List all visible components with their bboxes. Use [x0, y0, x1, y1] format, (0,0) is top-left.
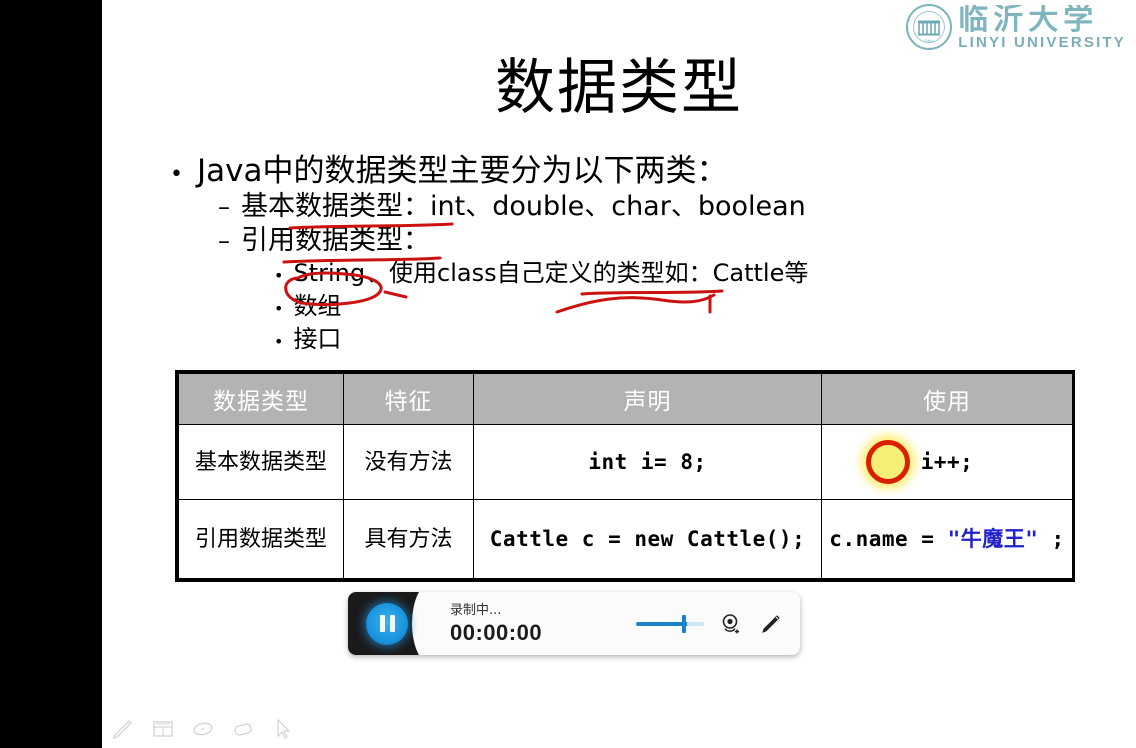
volume-slider[interactable]	[636, 614, 704, 634]
seal-year: 1941	[924, 38, 935, 43]
bullet-level2-primitive-row: – 基本数据类型：int、double、char、boolean	[218, 190, 1090, 224]
recording-toolbar[interactable]: 录制中... 00:00:00	[348, 592, 800, 655]
eraser-tool-button[interactable]	[230, 716, 256, 742]
table-row: 基本数据类型 没有方法 int i= 8; i++;	[178, 424, 1073, 500]
webcam-icon	[722, 613, 739, 633]
cursor-tool-button[interactable]	[270, 716, 296, 742]
table-header-cell-declaration: 声明	[473, 373, 822, 425]
bullet-dot-icon: •	[274, 299, 284, 318]
cell-type-reference: 引用数据类型	[178, 499, 344, 579]
pause-icon-bar	[389, 615, 395, 632]
bullet-dash-icon: –	[218, 193, 230, 221]
bullet-level1-row: • Java中的数据类型主要分为以下两类：	[170, 152, 1090, 190]
usage-code-suffix: ;	[1038, 526, 1065, 551]
volume-slider-track	[636, 621, 704, 626]
university-logo: 1941 临沂大学 LINYI UNIVERSITY	[906, 2, 1126, 52]
cell-usage-primitive: i++;	[821, 424, 1073, 500]
bullet-level3-string-text: String、使用class自己定义的类型如：Cattle等	[293, 259, 809, 287]
webcam-button[interactable]	[718, 611, 744, 637]
cell-declaration-primitive: int i= 8;	[473, 424, 822, 500]
bullet-level3-array-text: 数组	[293, 292, 342, 320]
recording-elapsed-time: 00:00:00	[450, 619, 543, 645]
ellipse-icon	[193, 722, 213, 736]
recording-status-block: 录制中... 00:00:00	[450, 604, 542, 644]
left-letterbox-bar	[0, 0, 102, 748]
logo-text-block: 临沂大学 LINYI UNIVERSITY	[958, 5, 1126, 50]
cursor-icon	[277, 718, 291, 739]
pen-tool-button[interactable]	[110, 716, 136, 742]
bullet-level3-interface-row: • 接口	[274, 324, 1090, 357]
bullet-dot-icon: •	[274, 332, 284, 351]
bullet-level2-reference-row: – 引用数据类型：	[218, 224, 1090, 258]
logo-chinese-name: 临沂大学	[958, 4, 1099, 36]
cell-feature-reference: 具有方法	[343, 499, 474, 579]
bullet-dot-icon: •	[274, 266, 284, 285]
cell-declaration-reference: Cattle c = new Cattle();	[473, 499, 822, 579]
eraser-icon	[234, 723, 252, 736]
pause-button[interactable]	[366, 602, 408, 645]
recording-status-label: 录制中...	[450, 602, 502, 618]
pause-icon-bar	[379, 615, 385, 632]
recording-toolbar-controls	[636, 611, 800, 637]
bullet-level2-reference-text: 引用数据类型：	[241, 225, 430, 256]
ellipse-tool-button[interactable]	[190, 716, 216, 742]
usage-string-literal: "牛魔王"	[947, 526, 1039, 551]
table-tool-button[interactable]	[150, 716, 176, 742]
table-header-row: 数据类型 特征 声明 使用	[178, 373, 1073, 425]
university-seal-icon: 1941	[906, 4, 953, 50]
pause-button-housing	[348, 592, 432, 655]
bullet-level3-interface-text: 接口	[293, 325, 342, 353]
volume-slider-thumb[interactable]	[682, 614, 686, 633]
slide-canvas: 1941 临沂大学 LINYI UNIVERSITY 数据类型 • Java中的…	[102, 0, 1136, 748]
table-header-cell-usage: 使用	[821, 373, 1073, 425]
cell-usage-reference: c.name = "牛魔王" ;	[821, 499, 1073, 579]
table-header-cell-feature: 特征	[343, 373, 474, 425]
pencil-icon	[762, 614, 780, 633]
bullet-level3-string-row: • String、使用class自己定义的类型如：Cattle等	[274, 258, 1090, 291]
table-header-cell-type: 数据类型	[178, 373, 344, 425]
page-title: 数据类型	[495, 53, 743, 123]
slide-body: • Java中的数据类型主要分为以下两类： – 基本数据类型：int、doubl…	[170, 152, 1090, 357]
bullet-level1-text: Java中的数据类型主要分为以下两类：	[196, 153, 728, 189]
annotation-pencil-button[interactable]	[758, 611, 784, 637]
bullet-dot-icon: •	[170, 162, 183, 187]
bullet-dash-icon: –	[218, 227, 230, 255]
bullet-level2-primitive-text: 基本数据类型：int、double、char、boolean	[241, 191, 806, 222]
data-type-table: 数据类型 特征 声明 使用 基本数据类型 没有方法 int i= 8; i++;…	[175, 370, 1075, 582]
cell-feature-primitive: 没有方法	[343, 424, 474, 500]
table-icon	[153, 721, 173, 737]
usage-code-prefix: c.name =	[829, 526, 948, 551]
cell-type-primitive: 基本数据类型	[178, 424, 344, 500]
ink-tool-strip[interactable]	[110, 716, 296, 742]
yellow-spotlight-circle	[866, 440, 910, 484]
pen-icon	[112, 720, 132, 740]
logo-english-name: LINYI UNIVERSITY	[958, 33, 1126, 51]
table-row: 引用数据类型 具有方法 Cattle c = new Cattle(); c.n…	[178, 499, 1073, 579]
seal-building-icon	[918, 20, 941, 36]
bullet-level3-array-row: • 数组	[274, 291, 1090, 324]
